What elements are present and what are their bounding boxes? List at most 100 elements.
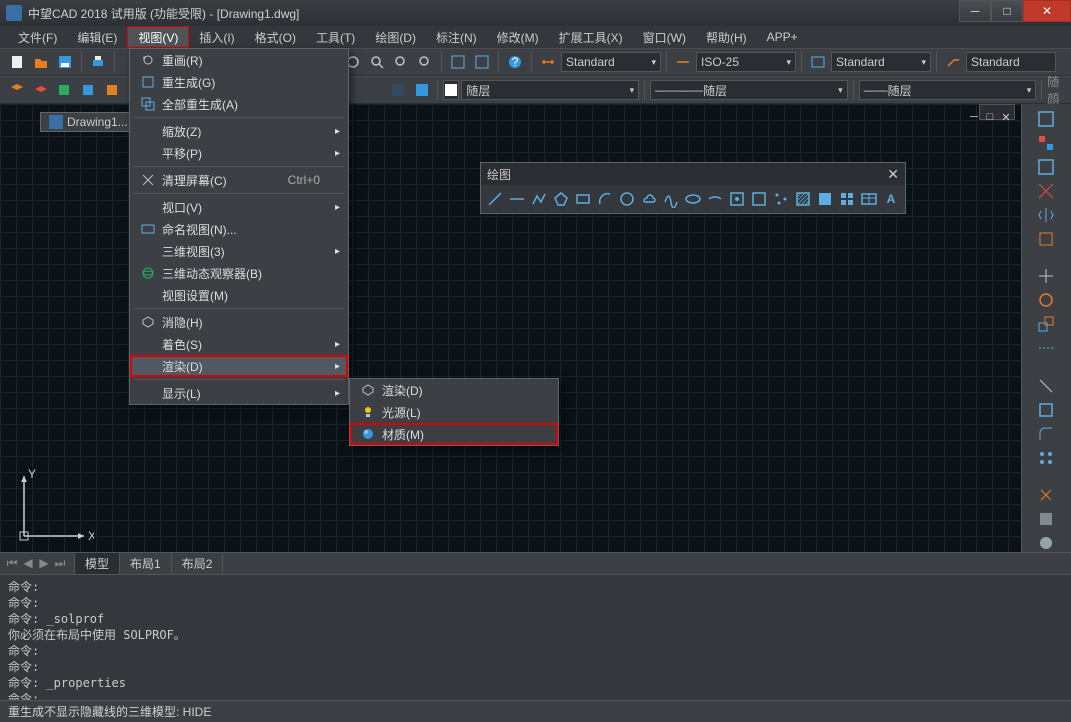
- rtool-trim-icon[interactable]: [1037, 377, 1057, 395]
- table-icon[interactable]: [859, 189, 879, 209]
- menu-帮助[interactable]: 帮助(H): [696, 26, 757, 48]
- prop-icon[interactable]: [387, 79, 409, 101]
- view-menu-item[interactable]: 消隐(H): [130, 311, 348, 333]
- ellipsearc-icon[interactable]: [705, 189, 725, 209]
- zoom-icon[interactable]: [366, 51, 388, 73]
- insert-icon[interactable]: [727, 189, 747, 209]
- view-menu-item[interactable]: 重生成(G): [130, 71, 348, 93]
- draw-toolbar-close[interactable]: ✕: [887, 166, 899, 183]
- rtool-1-icon[interactable]: [1037, 110, 1057, 128]
- view-menu-item[interactable]: 视口(V): [130, 196, 348, 218]
- view-menu-item[interactable]: 缩放(Z): [130, 120, 348, 142]
- grid2-icon[interactable]: [471, 51, 493, 73]
- menu-文件[interactable]: 文件(F): [8, 26, 67, 48]
- view-menu-item[interactable]: 命名视图(N)...: [130, 218, 348, 240]
- render-submenu-item[interactable]: 光源(L): [350, 401, 558, 423]
- layout-tab[interactable]: 布局1: [119, 552, 172, 575]
- block-icon[interactable]: [749, 189, 769, 209]
- rtool-move-icon[interactable]: [1037, 267, 1057, 285]
- rtool-6-icon[interactable]: [1037, 230, 1057, 248]
- view-menu-item[interactable]: 全部重生成(A): [130, 93, 348, 115]
- layer3-icon[interactable]: [53, 79, 75, 101]
- layout-tab[interactable]: 模型: [74, 552, 120, 575]
- canvas-min-icon[interactable]: ─: [967, 110, 981, 124]
- menu-工具[interactable]: 工具(T): [306, 26, 365, 48]
- menu-格式[interactable]: 格式(O): [245, 26, 306, 48]
- rtool-stretch-icon[interactable]: [1037, 339, 1057, 357]
- spline-icon[interactable]: [661, 189, 681, 209]
- rtool-4-icon[interactable]: [1037, 182, 1057, 200]
- view-menu-item[interactable]: 清理屏幕(C)Ctrl+0: [130, 169, 348, 191]
- menu-标注[interactable]: 标注(N): [426, 26, 487, 48]
- new-icon[interactable]: [6, 51, 28, 73]
- rtool-scale-icon[interactable]: [1037, 315, 1057, 333]
- point-icon[interactable]: [771, 189, 791, 209]
- open-icon[interactable]: [30, 51, 52, 73]
- view-menu-item[interactable]: 着色(S): [130, 333, 348, 355]
- dimstyle-icon[interactable]: [537, 51, 559, 73]
- linetype-dropdown[interactable]: ———— 随层▾: [650, 80, 847, 100]
- menu-扩展工具[interactable]: 扩展工具(X): [549, 26, 633, 48]
- dim-icon[interactable]: [672, 51, 694, 73]
- tab-nav-first-icon[interactable]: ⏮: [4, 556, 20, 571]
- view-menu-item[interactable]: 三维动态观察器(B): [130, 262, 348, 284]
- view-menu-item[interactable]: 显示(L): [130, 382, 348, 404]
- mleader-icon[interactable]: [942, 51, 964, 73]
- help-icon[interactable]: ?: [504, 51, 526, 73]
- region-icon[interactable]: [837, 189, 857, 209]
- render-submenu-item[interactable]: 材质(M): [350, 423, 558, 445]
- zoom3-icon[interactable]: [414, 51, 436, 73]
- dimstyle-dropdown[interactable]: ISO-25▾: [696, 52, 796, 72]
- tab-nav-next-icon[interactable]: ▶: [36, 556, 52, 571]
- zoom2-icon[interactable]: [390, 51, 412, 73]
- rtool-mirror-icon[interactable]: [1037, 206, 1057, 224]
- color-swatch[interactable]: [443, 80, 459, 100]
- grid1-icon[interactable]: [447, 51, 469, 73]
- tab-nav-prev-icon[interactable]: ◀: [20, 556, 36, 571]
- view-menu-item[interactable]: 渲染(D): [130, 355, 348, 377]
- draw-toolbar[interactable]: 绘图 ✕ A: [480, 162, 906, 214]
- rtool-explode-icon[interactable]: [1037, 486, 1057, 504]
- rtool-group-icon[interactable]: [1037, 510, 1057, 528]
- maximize-button[interactable]: □: [991, 0, 1023, 22]
- menu-窗口[interactable]: 窗口(W): [633, 26, 696, 48]
- rtool-2-icon[interactable]: [1037, 134, 1057, 152]
- rtool-last-icon[interactable]: [1037, 534, 1057, 552]
- minimize-button[interactable]: ─: [959, 0, 991, 22]
- rtool-extend-icon[interactable]: [1037, 401, 1057, 419]
- circle-icon[interactable]: [617, 189, 637, 209]
- rtool-rotate-icon[interactable]: [1037, 291, 1057, 309]
- prop2-icon[interactable]: [411, 79, 433, 101]
- layout-tab[interactable]: 布局2: [171, 552, 224, 575]
- layer-icon[interactable]: [6, 79, 28, 101]
- mtext-icon[interactable]: A: [881, 189, 901, 209]
- canvas-close-icon[interactable]: ✕: [999, 110, 1013, 124]
- menu-修改[interactable]: 修改(M): [487, 26, 549, 48]
- rtool-fillet-icon[interactable]: [1037, 425, 1057, 443]
- polygon-icon[interactable]: [551, 189, 571, 209]
- color-dropdown[interactable]: 随层▾: [461, 80, 639, 100]
- revcloud-icon[interactable]: [639, 189, 659, 209]
- close-button[interactable]: ✕: [1023, 0, 1071, 22]
- view-menu-item[interactable]: 重画(R): [130, 49, 348, 71]
- view-menu-item[interactable]: 三维视图(3): [130, 240, 348, 262]
- save-icon[interactable]: [54, 51, 76, 73]
- tab-nav-last-icon[interactable]: ⏭: [52, 556, 68, 571]
- rectangle-icon[interactable]: [573, 189, 593, 209]
- view-menu-item[interactable]: 平移(P): [130, 142, 348, 164]
- command-window[interactable]: 命令:命令:命令: _solprof你必须在布局中使用 SOLPROF。命令:命…: [0, 574, 1071, 700]
- menu-app+[interactable]: APP+: [757, 26, 808, 48]
- rtool-3-icon[interactable]: [1037, 158, 1057, 176]
- rtool-array-icon[interactable]: [1037, 449, 1057, 467]
- document-tab[interactable]: Drawing1...: [40, 112, 137, 132]
- ellipse-icon[interactable]: [683, 189, 703, 209]
- draw-toolbar-header[interactable]: 绘图 ✕: [481, 163, 905, 185]
- menu-视图[interactable]: 视图(V): [127, 26, 189, 48]
- mleaderstyle-dropdown[interactable]: Standard: [966, 52, 1056, 72]
- textstyle-dropdown[interactable]: Standard▾: [561, 52, 661, 72]
- tablestyle-icon[interactable]: [807, 51, 829, 73]
- menu-绘图[interactable]: 绘图(D): [365, 26, 426, 48]
- gradient-icon[interactable]: [815, 189, 835, 209]
- menu-插入[interactable]: 插入(I): [189, 26, 244, 48]
- layer5-icon[interactable]: [101, 79, 123, 101]
